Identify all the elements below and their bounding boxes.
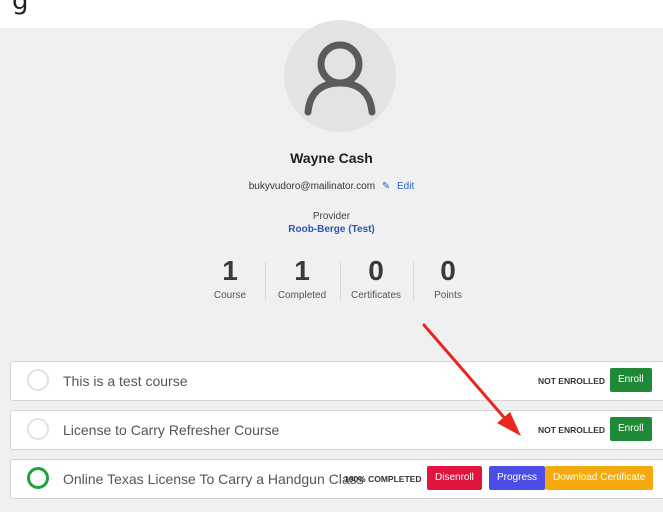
annotation-arrow	[422, 323, 521, 436]
